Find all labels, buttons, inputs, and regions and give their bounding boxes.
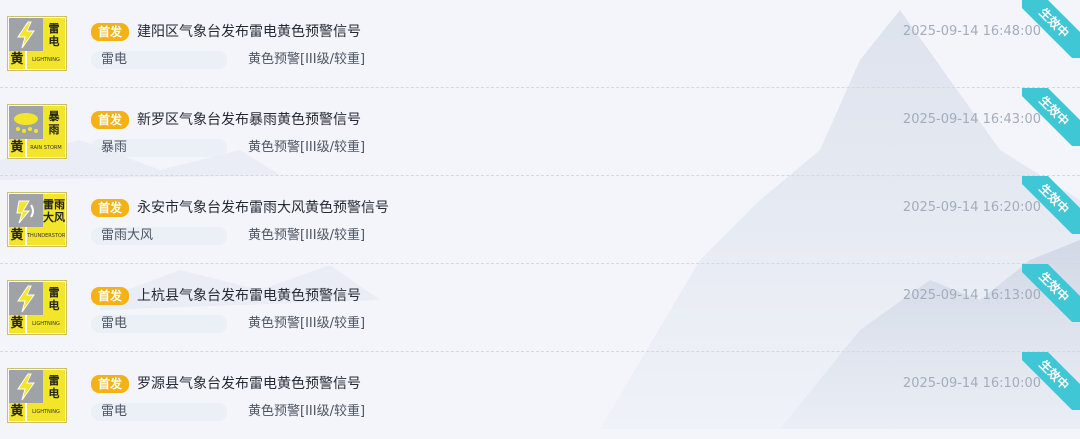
warning-symbol xyxy=(9,282,43,315)
status-label: 生效中 xyxy=(1022,176,1080,234)
warning-type: 暴雨 xyxy=(101,140,128,155)
warning-symbol xyxy=(9,370,43,403)
warning-title[interactable]: 新罗区气象台发布暴雨黄色预警信号 xyxy=(137,109,361,131)
warning-level: 黄色预警[III级/较重] xyxy=(248,140,366,155)
warning-icon-english: LIGHTNING xyxy=(27,315,65,333)
warning-icon-label: 雷电 xyxy=(43,370,65,403)
rainstorm-warning-icon: 暴雨 黄 RAIN STORM xyxy=(7,104,67,159)
warning-title[interactable]: 上杭县气象台发布雷电黄色预警信号 xyxy=(137,285,361,307)
warning-list-item[interactable]: 雷电 黄 LIGHTNING 首发 建阳区气象台发布雷电黄色预警信号 雷电 黄色… xyxy=(0,0,1080,88)
thunderstorm-gale-warning-icon: 雷雨大风 黄 THUNDERSTORM xyxy=(7,192,67,247)
first-release-badge: 首发 xyxy=(91,287,130,305)
warning-type: 雷雨大风 xyxy=(101,228,154,243)
status-ribbon: 生效中 xyxy=(1022,0,1080,58)
warning-icon-label: 雷电 xyxy=(43,282,65,315)
lightning-warning-icon: 雷电 黄 LIGHTNING xyxy=(7,280,67,335)
warning-title[interactable]: 永安市气象台发布雷雨大风黄色预警信号 xyxy=(137,197,389,219)
status-ribbon: 生效中 xyxy=(1022,88,1080,146)
warning-time: 2025-09-14 16:13:00 xyxy=(902,288,1041,303)
warning-icon-english: LIGHTNING xyxy=(27,51,65,69)
first-release-badge: 首发 xyxy=(91,199,130,217)
warning-level-char: 黄 xyxy=(9,139,25,157)
warning-icon-english: LIGHTNING xyxy=(27,403,65,421)
warning-icon-label: 暴雨 xyxy=(43,106,65,139)
warning-icon-english: RAIN STORM xyxy=(27,139,65,157)
warning-list-item[interactable]: 雷雨大风 黄 THUNDERSTORM 首发 永安市气象台发布雷雨大风黄色预警信… xyxy=(0,176,1080,264)
warning-level: 黄色预警[III级/较重] xyxy=(248,316,366,331)
warning-time: 2025-09-14 16:20:00 xyxy=(902,200,1041,215)
status-ribbon: 生效中 xyxy=(1022,176,1080,234)
warning-list-item[interactable]: 雷电 黄 LIGHTNING 首发 上杭县气象台发布雷电黄色预警信号 雷电 黄色… xyxy=(0,264,1080,352)
warning-title[interactable]: 建阳区气象台发布雷电黄色预警信号 xyxy=(137,21,361,43)
warning-time: 2025-09-14 16:10:00 xyxy=(902,376,1041,391)
first-release-badge: 首发 xyxy=(91,23,130,41)
warning-level: 黄色预警[III级/较重] xyxy=(248,228,366,243)
warning-level-char: 黄 xyxy=(9,315,25,333)
warning-list-item[interactable]: 雷电 黄 LIGHTNING 首发 罗源县气象台发布雷电黄色预警信号 雷电 黄色… xyxy=(0,352,1080,439)
warning-time: 2025-09-14 16:48:00 xyxy=(902,24,1041,39)
first-release-badge: 首发 xyxy=(91,111,130,129)
status-label: 生效中 xyxy=(1022,352,1080,410)
warning-icon-english: THUNDERSTORM xyxy=(27,227,65,245)
warning-symbol xyxy=(9,106,43,139)
warning-level-char: 黄 xyxy=(9,51,25,69)
warning-icon-label: 雷雨 大风 xyxy=(43,194,65,227)
warning-type: 雷电 xyxy=(101,52,128,67)
warning-title[interactable]: 罗源县气象台发布雷电黄色预警信号 xyxy=(137,373,361,395)
warning-list: 雷电 黄 LIGHTNING 首发 建阳区气象台发布雷电黄色预警信号 雷电 黄色… xyxy=(0,0,1080,439)
warning-icon-label: 雷电 xyxy=(43,18,65,51)
status-label: 生效中 xyxy=(1022,0,1080,58)
warning-time: 2025-09-14 16:43:00 xyxy=(902,112,1041,127)
status-ribbon: 生效中 xyxy=(1022,264,1080,322)
lightning-warning-icon: 雷电 黄 LIGHTNING xyxy=(7,368,67,423)
status-ribbon: 生效中 xyxy=(1022,352,1080,410)
warning-symbol xyxy=(9,18,43,51)
warning-level: 黄色预警[III级/较重] xyxy=(248,404,366,419)
warning-type: 雷电 xyxy=(101,404,128,419)
warning-level: 黄色预警[III级/较重] xyxy=(248,52,366,67)
status-label: 生效中 xyxy=(1022,88,1080,146)
warning-level-char: 黄 xyxy=(9,403,25,421)
status-label: 生效中 xyxy=(1022,264,1080,322)
lightning-warning-icon: 雷电 黄 LIGHTNING xyxy=(7,16,67,71)
first-release-badge: 首发 xyxy=(91,375,130,393)
warning-level-char: 黄 xyxy=(9,227,25,245)
warning-list-item[interactable]: 暴雨 黄 RAIN STORM 首发 新罗区气象台发布暴雨黄色预警信号 暴雨 黄… xyxy=(0,88,1080,176)
warning-symbol xyxy=(9,194,43,227)
warning-type: 雷电 xyxy=(101,316,128,331)
